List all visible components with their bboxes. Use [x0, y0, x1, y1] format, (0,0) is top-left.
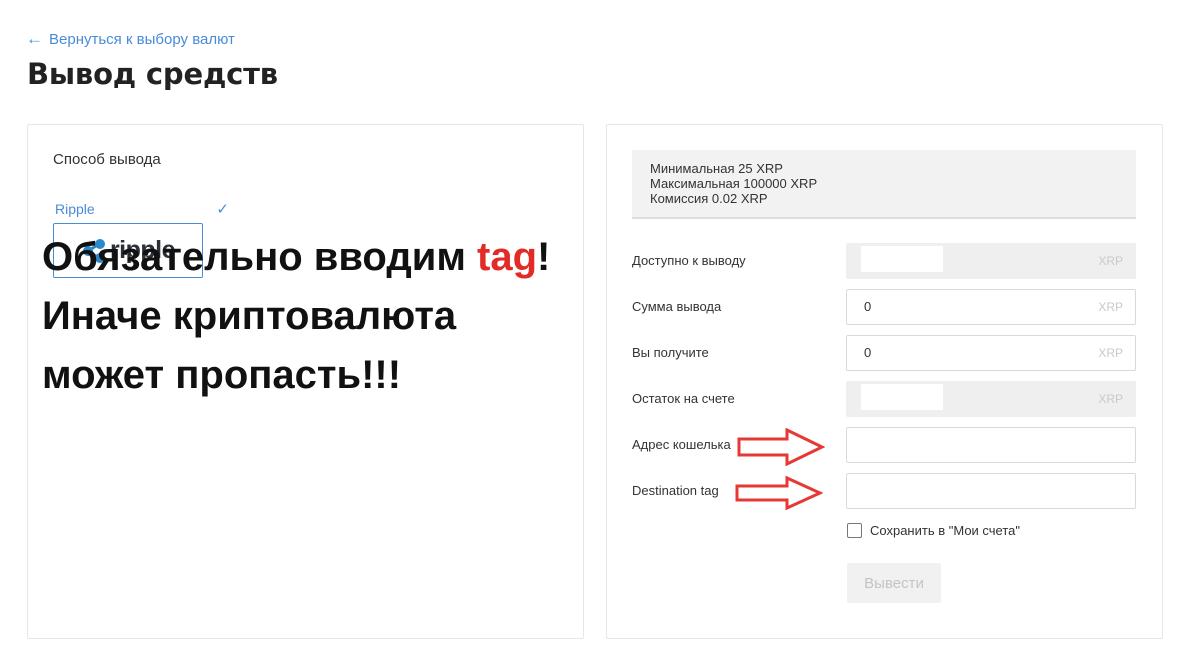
limit-min: Минимальная 25 XRP	[650, 161, 783, 176]
withdraw-form-panel: Минимальная 25 XRP Максимальная 100000 X…	[606, 124, 1163, 639]
limit-fee: Комиссия 0.02 XRP	[650, 191, 768, 206]
amount-row: Сумма вывода 0 XRP	[632, 289, 1137, 325]
destination-tag-input[interactable]	[846, 473, 1136, 509]
method-name: Ripple	[55, 201, 95, 217]
warning-annotation: Обязательно вводим tag! Иначе криптовалю…	[42, 228, 550, 405]
available-value-redacted	[861, 246, 943, 272]
back-link-label: Вернуться к выбору валют	[49, 30, 235, 48]
receive-value: 0	[864, 345, 872, 360]
warning-line-3: может пропасть!!!	[42, 353, 402, 397]
limits-info-box: Минимальная 25 XRP Максимальная 100000 X…	[632, 150, 1136, 219]
amount-value: 0	[864, 299, 872, 314]
warning-line-2: Иначе криптовалюта	[42, 294, 457, 338]
balance-label: Остаток на счете	[632, 391, 735, 406]
warning-line-1: Обязательно вводим tag!	[42, 228, 550, 287]
warning-accent-word: tag	[477, 235, 538, 279]
wallet-address-input[interactable]	[846, 427, 1136, 463]
amount-unit: XRP	[1098, 300, 1123, 314]
check-icon: ✓	[216, 201, 229, 218]
tag-label: Destination tag	[632, 483, 719, 498]
save-label: Сохранить в "Мои счета"	[870, 523, 1021, 538]
withdraw-submit-button[interactable]: Вывести	[847, 563, 941, 603]
receive-row: Вы получите 0 XRP	[632, 335, 1137, 371]
limit-max: Максимальная 100000 XRP	[650, 176, 818, 191]
balance-row: Остаток на счете XRP	[632, 381, 1137, 417]
back-to-currencies-link[interactable]: ← Вернуться к выбору валют	[26, 29, 235, 49]
tag-row: Destination tag	[632, 473, 1137, 509]
method-heading: Способ вывода	[53, 151, 161, 168]
balance-field: XRP	[846, 381, 1136, 417]
save-to-accounts-row[interactable]: Сохранить в "Мои счета"	[847, 523, 1020, 538]
balance-value-redacted	[861, 384, 943, 410]
arrow-right-icon	[735, 475, 823, 511]
arrow-right-icon	[737, 428, 825, 466]
address-label: Адрес кошелька	[632, 437, 731, 452]
amount-input[interactable]: 0 XRP	[846, 289, 1136, 325]
balance-unit: XRP	[1098, 392, 1123, 406]
receive-input[interactable]: 0 XRP	[846, 335, 1136, 371]
arrow-left-icon: ←	[26, 29, 43, 48]
method-name-row: Ripple ✓	[55, 200, 229, 218]
available-row: Доступно к выводу XRP	[632, 243, 1137, 279]
save-checkbox[interactable]	[847, 523, 862, 538]
available-label: Доступно к выводу	[632, 253, 746, 268]
page-title: Вывод средств	[27, 57, 278, 91]
receive-unit: XRP	[1098, 346, 1123, 360]
address-row: Адрес кошелька	[632, 427, 1137, 463]
amount-label: Сумма вывода	[632, 299, 722, 314]
available-field: XRP	[846, 243, 1136, 279]
warning-line-1-suffix: !	[537, 235, 551, 279]
warning-line-1-prefix: Обязательно вводим	[42, 235, 478, 279]
available-unit: XRP	[1098, 254, 1123, 268]
receive-label: Вы получите	[632, 345, 709, 360]
